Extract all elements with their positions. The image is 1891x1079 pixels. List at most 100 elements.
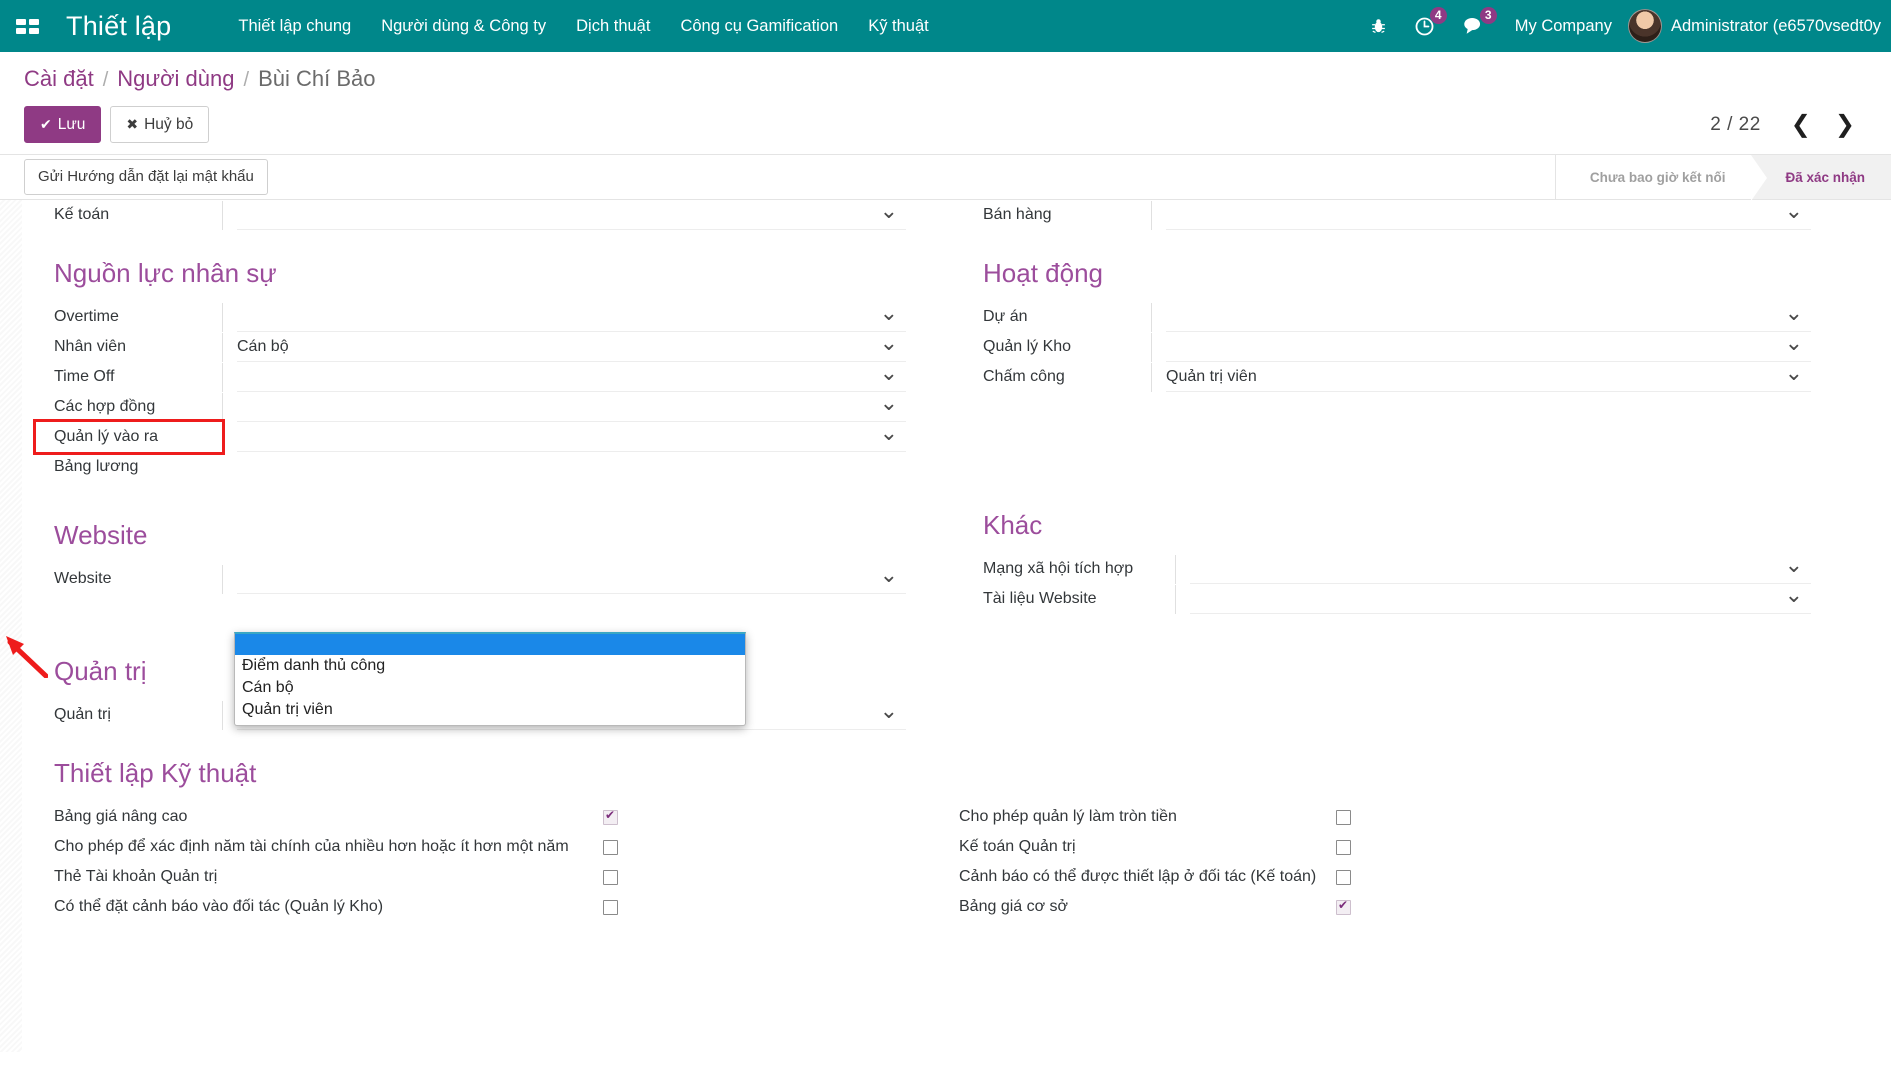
control-panel: Cài đặt / Người dùng / Bùi Chí Bảo ✔ Lưu …: [0, 52, 1891, 143]
field-control-accounting: [222, 201, 906, 230]
field-label-accounting: Kế toán: [54, 206, 110, 223]
status-stage-never-connected[interactable]: Chưa bao giờ kết nối: [1555, 155, 1768, 201]
menu-item-users-companies[interactable]: Người dùng & Công ty: [366, 1, 561, 52]
company-switcher[interactable]: My Company: [1499, 17, 1628, 36]
tech-row: Cảnh báo có thể được thiết lập ở đối tác…: [941, 862, 1811, 892]
tech-label-partner-warning-accounting: Cảnh báo có thể được thiết lập ở đối tác…: [959, 868, 1317, 885]
dropdown-option-manual-attendance[interactable]: Điểm danh thủ công: [235, 655, 745, 677]
social-marketing-select[interactable]: [1190, 555, 1811, 584]
dropdown-option-empty[interactable]: [235, 634, 745, 655]
activities-clock-icon[interactable]: 4: [1400, 0, 1449, 52]
inventory-select[interactable]: [1166, 333, 1811, 362]
field-row-overtime: Overtime: [36, 302, 906, 332]
apps-grid-icon[interactable]: [14, 13, 40, 39]
field-label-website: Website: [54, 570, 112, 587]
field-label-inventory: Quản lý Kho: [983, 338, 1072, 355]
group-title-website: Website: [54, 520, 148, 550]
form-column-right: Bán hàng Hoạt động Dự án: [941, 200, 1846, 730]
tech-checkbox-fiscal-year[interactable]: [603, 839, 618, 855]
tech-checkbox-analytic-account-tags[interactable]: [603, 869, 618, 885]
contracts-select[interactable]: [237, 393, 906, 422]
field-row-timesheet: Chấm công Quản trị viên: [965, 362, 1811, 392]
chevron-down-icon: [880, 338, 898, 353]
project-select[interactable]: [1166, 303, 1811, 332]
chevron-down-icon: [880, 398, 898, 413]
chevron-down-icon: [880, 570, 898, 585]
field-row-contracts: Các hợp đồng: [36, 392, 906, 422]
dropdown-option-administrator[interactable]: Quản trị viên: [235, 699, 745, 721]
field-label-attendance: Quản lý vào ra: [33, 419, 225, 455]
overtime-select[interactable]: [237, 303, 906, 332]
chevron-down-icon: [880, 308, 898, 323]
group-title-other: Khác: [983, 510, 1043, 540]
messages-chat-icon[interactable]: 3: [1449, 0, 1499, 52]
bug-icon[interactable]: [1357, 0, 1400, 52]
tech-checkbox-cash-rounding[interactable]: [1336, 809, 1351, 825]
chevron-down-icon: [880, 368, 898, 383]
field-control-website-documents: [1175, 585, 1811, 614]
sheet-left-edge: [0, 200, 22, 1052]
tech-label-advanced-pricelist: Bảng giá nâng cao: [54, 808, 188, 825]
chevron-down-icon: [880, 706, 898, 721]
menu-item-technical[interactable]: Kỹ thuật: [853, 1, 944, 52]
website-documents-select[interactable]: [1190, 585, 1811, 614]
field-row-website-documents: Tài liệu Website: [965, 584, 1811, 614]
tech-label-partner-warning-stock: Có thể đặt cảnh báo vào đối tác (Quản lý…: [54, 898, 384, 915]
tech-row: Kế toán Quản trị: [941, 832, 1811, 862]
chevron-left-icon[interactable]: ❮: [1779, 112, 1823, 137]
tech-checkbox-partner-warning-stock[interactable]: [603, 899, 618, 915]
menu-item-gamification[interactable]: Công cụ Gamification: [665, 1, 853, 52]
field-control-website: [222, 565, 906, 594]
technical-column-left: Bảng giá nâng cao Cho phép để xác định n…: [36, 802, 941, 922]
status-bar: Gửi Hướng dẫn đặt lại mật khẩu Chưa bao …: [0, 154, 1891, 201]
field-control-attendance: [222, 423, 906, 452]
tech-checkbox-analytic-accounting[interactable]: [1336, 839, 1351, 855]
employees-select-value: Cán bộ: [237, 338, 289, 355]
status-bar-stages: Chưa bao giờ kết nối Đã xác nhận: [1554, 155, 1891, 201]
menu-item-translations[interactable]: Dịch thuật: [561, 1, 665, 52]
field-label-sales: Bán hàng: [983, 206, 1052, 223]
tech-label-cash-rounding: Cho phép quản lý làm tròn tiền: [959, 808, 1177, 825]
record-pager: 2 / 22 ❮ ❯: [1710, 112, 1867, 137]
tech-checkbox-partner-warning-accounting[interactable]: [1336, 869, 1351, 885]
user-menu[interactable]: Administrator (e6570vsedt0y: [1627, 9, 1891, 43]
menu-item-general-settings[interactable]: Thiết lập chung: [223, 1, 366, 52]
control-panel-buttons: ✔ Lưu ✖ Huỷ bỏ 2 / 22 ❮ ❯: [0, 92, 1891, 143]
breadcrumb-item-settings[interactable]: Cài đặt: [24, 66, 94, 92]
chevron-down-icon: [1785, 368, 1803, 383]
attendance-select-dropdown[interactable]: Điểm danh thủ công Cán bộ Quản trị viên: [234, 632, 746, 726]
sales-select[interactable]: [1166, 201, 1811, 230]
status-stage-confirmed[interactable]: Đã xác nhận: [1751, 155, 1891, 199]
field-control-overtime: [222, 303, 906, 332]
form-body: Điểm danh thủ công Cán bộ Quản trị viên …: [0, 200, 1891, 1052]
breadcrumb-separator: /: [102, 69, 109, 91]
website-select[interactable]: [237, 565, 906, 594]
timesheet-select[interactable]: Quản trị viên: [1166, 363, 1811, 392]
accounting-select[interactable]: [237, 201, 906, 230]
field-row-inventory: Quản lý Kho: [965, 332, 1811, 362]
tech-label-fiscal-year: Cho phép để xác định năm tài chính của n…: [54, 838, 569, 855]
field-label-payroll: Bảng lương: [54, 458, 139, 475]
technical-column-right: Cho phép quản lý làm tròn tiền Kế toán Q…: [941, 802, 1846, 922]
save-button[interactable]: ✔ Lưu: [24, 106, 102, 143]
discard-button[interactable]: ✖ Huỷ bỏ: [110, 106, 210, 143]
dropdown-option-officer[interactable]: Cán bộ: [235, 677, 745, 699]
field-label-timesheet: Chấm công: [983, 368, 1065, 385]
field-label-administration: Quản trị: [54, 706, 111, 723]
breadcrumb-item-users[interactable]: Người dùng: [117, 66, 234, 92]
app-brand-title[interactable]: Thiết lập: [66, 11, 171, 42]
chevron-down-icon: [1785, 308, 1803, 323]
field-control-sales: [1151, 201, 1811, 230]
chevron-down-icon: [1785, 206, 1803, 221]
chevron-right-icon[interactable]: ❯: [1823, 112, 1867, 137]
time-off-select[interactable]: [237, 363, 906, 392]
attendance-select[interactable]: [237, 423, 906, 452]
check-icon: ✔: [40, 116, 52, 132]
send-password-reset-button[interactable]: Gửi Hướng dẫn đặt lại mật khẩu: [24, 159, 268, 195]
tech-checkbox-advanced-pricelist[interactable]: [603, 808, 618, 825]
field-control-employees: Cán bộ: [222, 333, 906, 362]
tech-checkbox-base-pricelist[interactable]: [1336, 898, 1351, 915]
employees-select[interactable]: Cán bộ: [237, 333, 906, 362]
field-row-project: Dự án: [965, 302, 1811, 332]
chevron-down-icon: [1785, 338, 1803, 353]
